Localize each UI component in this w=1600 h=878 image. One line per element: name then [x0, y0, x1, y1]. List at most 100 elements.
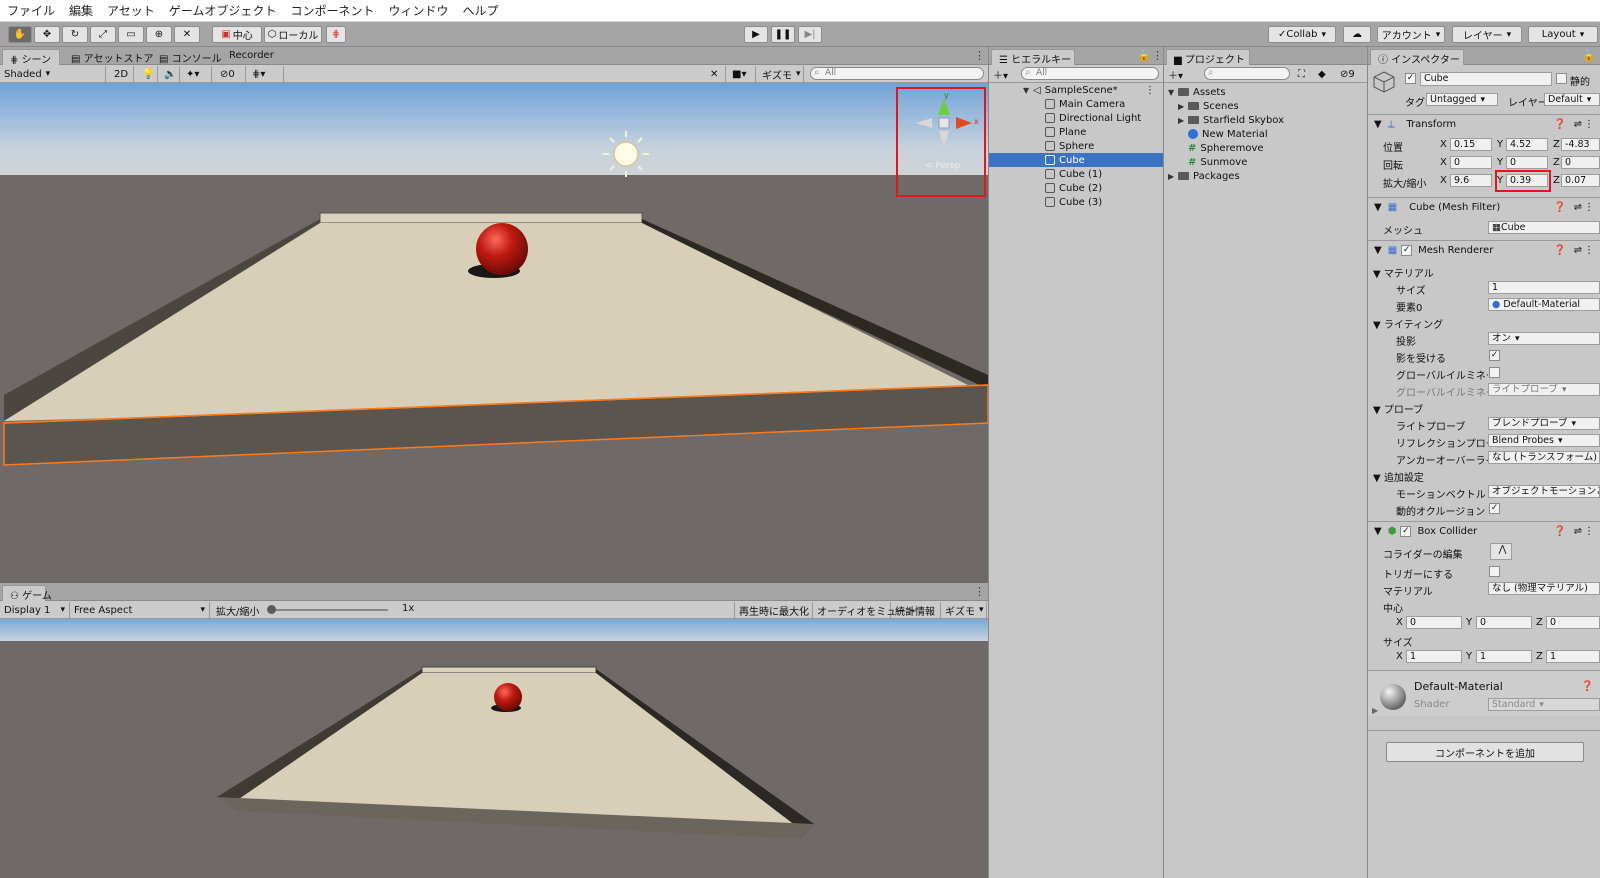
filter-type-icon[interactable]: ⛶ — [1294, 66, 1314, 82]
center-x-field[interactable]: 0 — [1406, 616, 1462, 629]
packages-folder[interactable]: ▶ Packages — [1168, 169, 1240, 183]
menu-assets[interactable]: アセット — [100, 2, 162, 19]
layers-dropdown[interactable]: レイヤー — [1452, 26, 1522, 43]
preset-icon[interactable]: ⇌ — [1574, 202, 1582, 213]
tab-console[interactable]: ▤ コンソール — [152, 49, 229, 65]
scale-tool-icon[interactable]: ⤢ — [90, 26, 116, 43]
hierarchy-item[interactable]: Plane — [989, 125, 1163, 139]
scale-slider-thumb[interactable] — [267, 605, 276, 614]
sphere[interactable] — [476, 223, 528, 275]
scene-menu-icon[interactable]: ⋮ — [1145, 85, 1155, 96]
tab-recorder[interactable]: Recorder — [222, 49, 281, 65]
anchor-override-field[interactable]: なし (トランスフォーム) — [1488, 451, 1600, 464]
is-trigger-checkbox[interactable] — [1489, 566, 1500, 577]
transform-header[interactable]: ▼ ⟂ Transform ❓ ⇌ ⋮ — [1368, 114, 1600, 133]
hand-tool-icon[interactable]: ✋ — [8, 26, 32, 43]
foldout-arrow-icon[interactable]: ▶ — [1372, 706, 1378, 715]
lighting-toggle-icon[interactable]: 💡 — [138, 66, 158, 82]
snap-icon[interactable]: ⋕ — [326, 26, 346, 43]
transform-tool-icon[interactable]: ⊕ — [146, 26, 172, 43]
help-icon[interactable]: ❓ — [1554, 119, 1566, 130]
project-item[interactable]: # Spheremove — [1188, 141, 1264, 155]
game-menu-icon[interactable]: ⋮ — [974, 585, 985, 598]
play-button[interactable]: ▶ — [744, 26, 768, 43]
hidden-objects-toggle[interactable]: ⊘ 0 — [216, 66, 246, 82]
hierarchy-item[interactable]: Cube (2) — [989, 181, 1163, 195]
step-button[interactable]: ▶| — [798, 26, 822, 43]
space-toggle[interactable]: ⬡ ローカル — [264, 26, 322, 43]
component-menu-icon[interactable]: ⋮ — [1584, 526, 1594, 537]
tab-game[interactable]: ⚇ ゲーム — [2, 585, 52, 602]
menu-help[interactable]: ヘルプ — [455, 2, 505, 19]
center-z-field[interactable]: 0 — [1546, 616, 1600, 629]
size-z-field[interactable]: 1 — [1546, 650, 1600, 663]
mute-audio-button[interactable]: オーディオをミュート — [813, 602, 916, 618]
hierarchy-item-selected[interactable]: Cube — [989, 153, 1163, 167]
materials-foldout[interactable]: ▼ マテリアル — [1373, 265, 1434, 280]
box-collider-header[interactable]: ▼ ⬢ ✓ Box Collider ❓ ⇌ ⋮ — [1368, 521, 1600, 540]
menu-edit[interactable]: 編集 — [62, 2, 100, 19]
tools-icon[interactable]: ✕ — [706, 66, 726, 82]
scene-search-input[interactable]: All — [810, 67, 984, 80]
hierarchy-scene-row[interactable]: ▼ ◁ SampleScene* ⋮ — [989, 83, 1163, 97]
camera-icon[interactable]: ■▾ — [728, 66, 756, 82]
hidden-packages-toggle[interactable]: ⊘ 9 — [1336, 66, 1366, 82]
menu-gameobject[interactable]: ゲームオブジェクト — [162, 2, 284, 19]
box-collider-enabled-checkbox[interactable]: ✓ — [1400, 525, 1412, 537]
project-item[interactable]: ▶ Starfield Skybox — [1178, 113, 1284, 127]
account-dropdown[interactable]: アカウント — [1377, 26, 1445, 43]
hierarchy-add-button[interactable]: ＋▾ — [989, 66, 1017, 82]
rotation-x-field[interactable]: 0 — [1450, 156, 1492, 169]
lighting-foldout[interactable]: ▼ ライティング — [1373, 316, 1443, 331]
component-menu-icon[interactable]: ⋮ — [1584, 119, 1594, 130]
custom-tool-icon[interactable]: ✕ — [174, 26, 200, 43]
hierarchy-lock-icon[interactable]: 🔒 — [1137, 49, 1151, 62]
scene-menu-icon[interactable]: ⋮ — [974, 49, 985, 62]
materials-size-field[interactable]: 1 — [1488, 281, 1600, 294]
toggle-2d-button[interactable]: 2D — [110, 66, 134, 82]
collider-material-field[interactable]: なし (物理マテリアル) — [1488, 582, 1600, 595]
mesh-renderer-header[interactable]: ▼ ▦ ✓ Mesh Renderer ❓ ⇌ ⋮ — [1368, 240, 1600, 259]
aspect-dropdown[interactable]: Free Aspect — [70, 602, 210, 618]
tab-inspector[interactable]: ⓘ インスペクター — [1370, 49, 1464, 66]
static-checkbox[interactable] — [1556, 73, 1567, 84]
grid-toggle-icon[interactable]: ⋕▾ — [248, 66, 284, 82]
preset-icon[interactable]: ⇌ — [1574, 526, 1582, 537]
project-add-button[interactable]: ＋▾ — [1164, 66, 1192, 82]
hierarchy-search-input[interactable]: All — [1021, 67, 1159, 80]
light-probes-dropdown[interactable]: ブレンドプローブ — [1488, 417, 1600, 430]
effects-toggle-icon[interactable]: ✦▾ — [182, 66, 212, 82]
motion-vectors-dropdown[interactable]: オブジェクトモーションごと — [1488, 485, 1600, 498]
collab-dropdown[interactable]: ✓ Collab — [1268, 26, 1336, 43]
menu-file[interactable]: ファイル — [0, 2, 62, 19]
receive-shadows-checkbox[interactable]: ✓ — [1489, 350, 1500, 361]
game-gizmos-dropdown[interactable]: ギズモ — [941, 602, 987, 618]
tab-scene[interactable]: ⋕ シーン — [2, 49, 60, 66]
help-icon[interactable]: ❓ — [1581, 681, 1593, 692]
active-checkbox[interactable]: ✓ — [1405, 73, 1416, 84]
component-menu-icon[interactable]: ⋮ — [1584, 202, 1594, 213]
position-z-field[interactable]: -4.83 — [1561, 138, 1600, 151]
rotation-z-field[interactable]: 0 — [1561, 156, 1600, 169]
layer-dropdown[interactable]: Default — [1544, 93, 1600, 106]
project-search-input[interactable] — [1204, 67, 1290, 80]
hierarchy-menu-icon[interactable]: ⋮ — [1152, 49, 1163, 62]
assets-folder[interactable]: ▼ Assets — [1168, 85, 1226, 99]
tag-dropdown[interactable]: Untagged — [1426, 93, 1498, 106]
tab-asset-store[interactable]: ▤ アセットストア — [64, 49, 160, 65]
menu-window[interactable]: ウィンドウ — [381, 2, 455, 19]
project-item[interactable]: # Sunmove — [1188, 155, 1247, 169]
inspector-lock-icon[interactable]: 🔒 — [1582, 49, 1596, 62]
preset-icon[interactable]: ⇌ — [1574, 245, 1582, 256]
rotate-tool-icon[interactable]: ↻ — [62, 26, 88, 43]
additional-settings-foldout[interactable]: ▼ 追加設定 — [1373, 469, 1424, 484]
pivot-toggle[interactable]: ▣ 中心 — [212, 26, 262, 43]
shader-dropdown[interactable]: Standard — [1488, 698, 1600, 711]
hierarchy-item[interactable]: Sphere — [989, 139, 1163, 153]
cloud-icon[interactable]: ☁ — [1343, 26, 1371, 43]
edit-collider-button[interactable]: ⋀ — [1490, 543, 1512, 560]
gizmos-dropdown[interactable]: ギズモ — [758, 66, 804, 82]
maximize-on-play-button[interactable]: 再生時に最大化 — [734, 602, 813, 618]
size-y-field[interactable]: 1 — [1476, 650, 1532, 663]
hierarchy-item[interactable]: Cube (1) — [989, 167, 1163, 181]
